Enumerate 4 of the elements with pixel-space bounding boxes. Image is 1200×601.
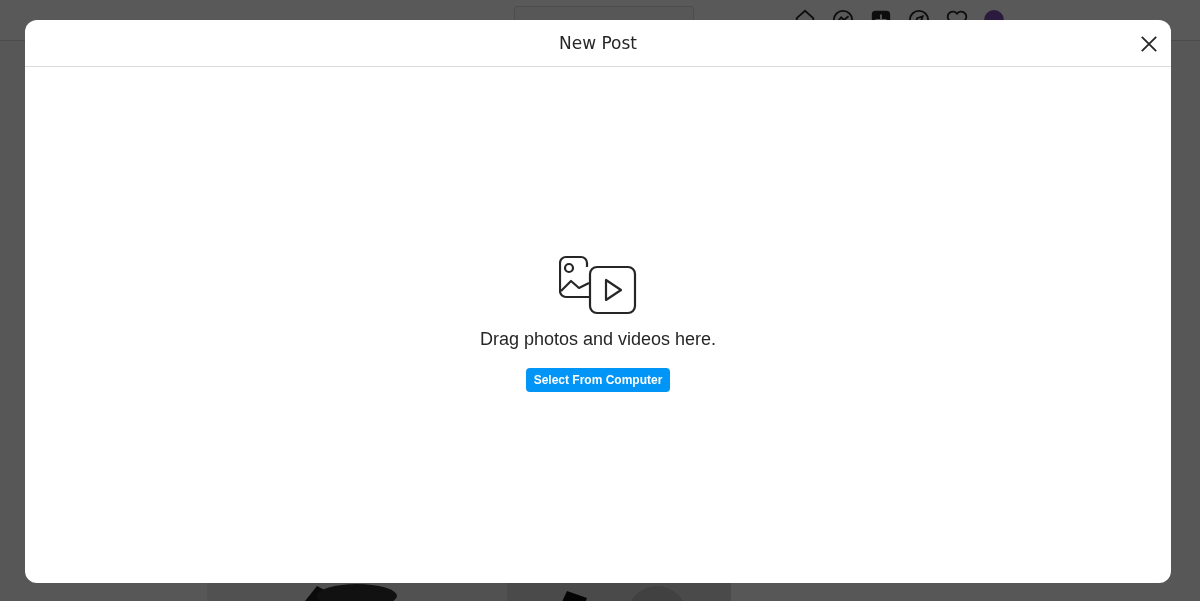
dialog-title: New Post [558, 33, 638, 53]
select-from-computer-button[interactable]: Select From Computer [525, 368, 671, 392]
photo-video-icon [559, 255, 637, 317]
drag-drop-message: Drag photos and videos here. [479, 329, 717, 350]
